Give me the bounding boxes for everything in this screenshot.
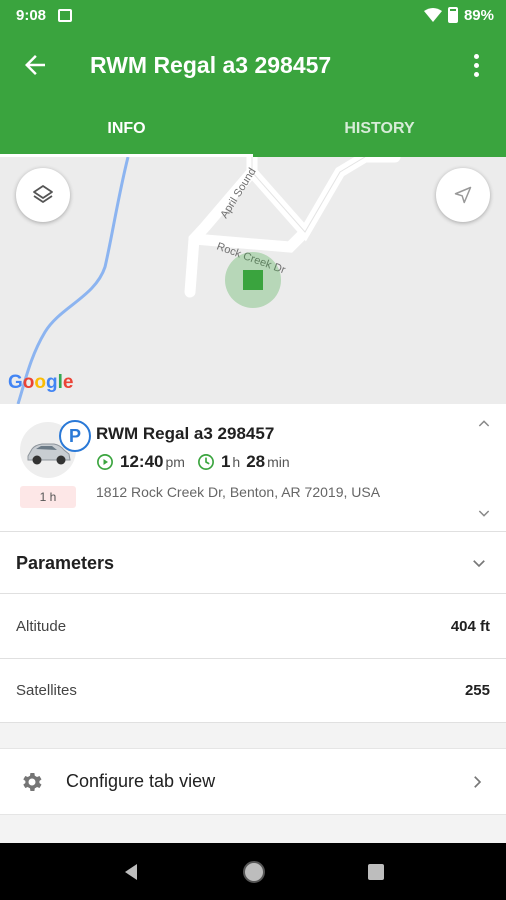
wifi-icon	[423, 8, 442, 22]
recents-square-icon[interactable]	[367, 863, 385, 881]
navigation-icon	[454, 186, 472, 204]
tab-bar: INFO HISTORY	[0, 100, 506, 157]
configure-tab-view-row[interactable]: Configure tab view	[0, 748, 506, 815]
time-unit: pm	[165, 454, 185, 470]
vehicle-name: RWM Regal a3 298457	[96, 424, 275, 443]
clock-icon	[197, 454, 214, 470]
battery-icon	[447, 7, 458, 23]
layers-button[interactable]	[16, 168, 70, 222]
time-value: 12:40	[120, 452, 164, 471]
more-options-icon[interactable]	[466, 50, 486, 80]
parameters-header[interactable]: Parameters	[0, 533, 506, 594]
gear-icon	[23, 772, 42, 791]
duration-badge: 1 h	[20, 486, 76, 508]
parked-status-badge: P	[59, 420, 91, 452]
back-arrow-icon[interactable]	[20, 50, 50, 80]
system-navigation-bar	[0, 843, 506, 900]
status-icons: 89%	[423, 6, 494, 24]
page-title: RWM Regal a3 298457	[90, 52, 332, 78]
chevron-up-icon[interactable]	[476, 416, 492, 432]
status-bar: 9:08 89%	[0, 0, 506, 30]
duration-hours: 1	[220, 452, 231, 471]
play-circle-icon	[97, 454, 113, 470]
parameter-value: 255	[464, 682, 490, 699]
configure-label: Configure tab view	[66, 771, 216, 791]
battery-percent: 89%	[463, 6, 494, 24]
map-roads: April Sound Rock Creek Dr	[16, 157, 401, 404]
vehicle-address: 1812 Rock Creek Dr, Benton, AR 72019, US…	[96, 484, 381, 500]
status-time: 9:08	[16, 6, 47, 24]
back-triangle-icon[interactable]	[121, 862, 141, 882]
vehicle-card[interactable]: P 1 h RWM Regal a3 298457 12:40 pm 1 h 2…	[0, 404, 506, 532]
vehicle-times: 12:40 pm 1 h 28 min	[96, 452, 290, 472]
layers-icon	[33, 185, 53, 203]
parameters-title: Parameters	[16, 552, 115, 573]
google-attribution: Google	[8, 372, 74, 393]
parameter-row-satellites: Satellites 255	[0, 659, 506, 723]
vehicle-marker	[243, 270, 263, 290]
duration-minutes-unit: min	[267, 454, 290, 470]
locate-button[interactable]	[436, 168, 490, 222]
parameter-row-altitude: Altitude 404 ft	[0, 595, 506, 659]
duration-hours-unit: h	[232, 454, 241, 470]
image-notification-icon	[58, 8, 73, 22]
home-circle-icon[interactable]	[242, 860, 266, 884]
parameter-label: Satellites	[16, 682, 77, 699]
tab-info[interactable]: INFO	[0, 100, 253, 157]
chevron-down-icon[interactable]	[476, 505, 492, 521]
chevron-down-icon	[473, 560, 485, 568]
parameter-value: 404 ft	[450, 618, 490, 635]
app-bar: RWM Regal a3 298457	[0, 30, 506, 100]
tab-history[interactable]: HISTORY	[253, 100, 506, 157]
duration-minutes: 28	[246, 452, 266, 471]
chevron-right-icon	[474, 775, 482, 788]
street-label-april-sound: April Sound	[218, 166, 258, 221]
map-view[interactable]: April Sound Rock Creek Dr Google	[0, 157, 506, 404]
parameter-label: Altitude	[16, 618, 67, 635]
